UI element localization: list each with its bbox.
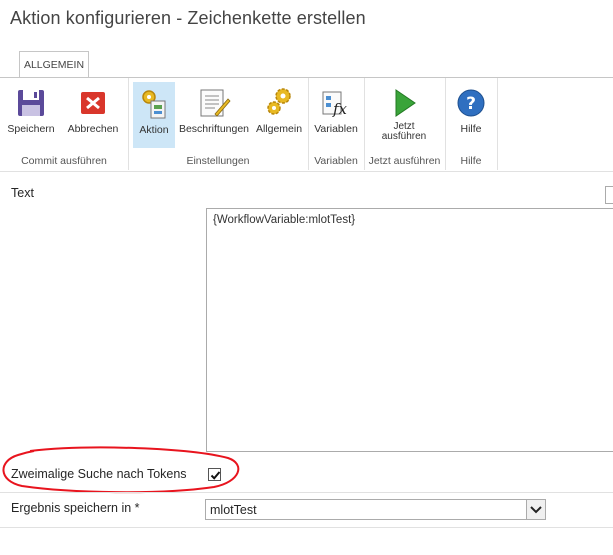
group-label-help: Hilfe	[460, 155, 482, 167]
text-field-side-control[interactable]	[605, 186, 613, 204]
action-button[interactable]: Aktion	[133, 82, 175, 148]
help-label: Hilfe	[460, 123, 482, 135]
ribbon-group-help: ? Hilfe Hilfe	[445, 78, 498, 170]
ribbon-group-variables: fx Variablen Variablen	[308, 78, 365, 170]
labels-button[interactable]: Beschriftungen	[178, 82, 250, 148]
ribbon-group-settings: Aktion Beschriftungen Allgemein Einstell…	[128, 78, 309, 170]
dialog-title: Aktion konfigurieren - Zeichenkette erst…	[10, 8, 366, 28]
help-button[interactable]: ? Hilfe	[449, 82, 493, 148]
result-variable-select[interactable]: mlotTest	[205, 499, 546, 520]
cancel-label: Abbrechen	[67, 123, 119, 135]
result-label: Ergebnis speichern in *	[11, 501, 140, 515]
general-label: Allgemein	[255, 123, 303, 135]
cancel-button[interactable]: Abbrechen	[64, 82, 122, 148]
ribbon: Speichern Abbrechen Commit ausführen Akt…	[7, 78, 613, 170]
document-pencil-icon	[197, 86, 231, 120]
annotation-ellipse	[2, 446, 240, 494]
general-button[interactable]: Allgemein	[253, 82, 305, 148]
gears-icon	[262, 86, 296, 120]
group-label-commit: Commit ausführen	[21, 155, 107, 167]
fx-variables-icon: fx	[319, 86, 353, 120]
floppy-disk-icon	[14, 86, 48, 120]
text-field-label: Text	[11, 186, 34, 200]
save-button[interactable]: Speichern	[4, 82, 58, 148]
green-play-icon	[387, 86, 421, 120]
labels-label: Beschriftungen	[178, 123, 250, 135]
group-label-settings: Einstellungen	[186, 155, 250, 167]
save-label: Speichern	[7, 123, 55, 135]
variables-button[interactable]: fx Variablen	[311, 82, 361, 148]
row-divider	[0, 492, 613, 493]
svg-text:?: ?	[466, 94, 476, 114]
run-now-label-line2: ausführen	[381, 131, 427, 142]
group-label-run: Jetzt ausführen	[368, 155, 441, 167]
group-label-variables: Variablen	[314, 155, 358, 167]
text-input[interactable]: {WorkflowVariable:mlotTest}	[206, 208, 613, 452]
run-now-button[interactable]: Jetzt ausführen	[374, 82, 434, 148]
ribbon-group-run: Jetzt ausführen Jetzt ausführen	[364, 78, 446, 170]
variables-label: Variablen	[314, 123, 358, 135]
gears-document-icon	[137, 87, 171, 121]
dropdown-arrow-icon[interactable]	[526, 500, 545, 519]
red-x-icon	[76, 86, 110, 120]
action-label: Aktion	[139, 124, 169, 136]
bottom-divider	[0, 527, 613, 528]
ribbon-bottom-border	[0, 171, 613, 172]
result-variable-value: mlotTest	[210, 503, 257, 517]
svg-text:fx: fx	[332, 100, 348, 118]
ribbon-group-commit: Speichern Abbrechen Commit ausführen	[0, 78, 129, 170]
question-mark-icon: ?	[454, 86, 488, 120]
tab-allgemein[interactable]: ALLGEMEIN	[19, 51, 89, 77]
